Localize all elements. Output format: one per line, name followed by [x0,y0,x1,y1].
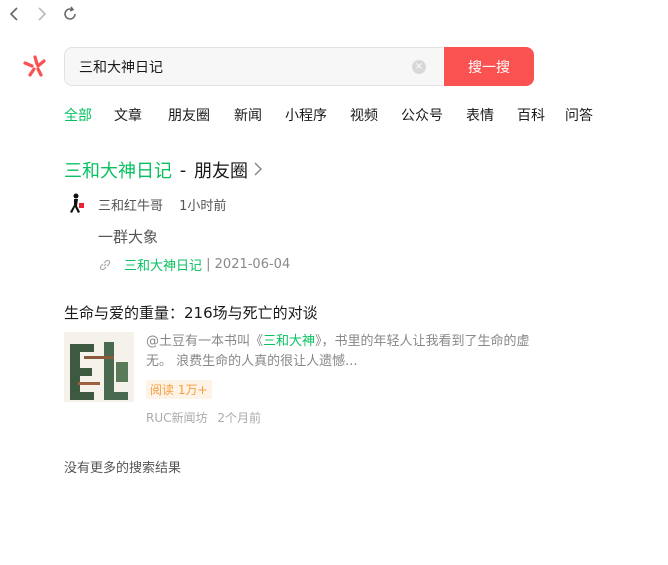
tab-9[interactable]: 问答 [565,105,593,125]
no-more-results: 没有更多的搜索结果 [64,461,182,476]
refresh-icon[interactable] [62,5,78,23]
search-box: × [64,47,443,86]
tab-5[interactable]: 视频 [350,105,378,125]
search-input[interactable] [79,57,399,77]
tab-2[interactable]: 朋友圈 [168,105,210,125]
tab-3[interactable]: 新闻 [234,105,262,125]
search-button[interactable]: 搜一搜 [444,47,534,86]
moments-title-suffix: 朋友圈 [193,161,248,182]
tab-4[interactable]: 小程序 [285,105,327,125]
read-count-badge: 阅读 1万+ [146,380,212,399]
search-bar: × 搜一搜 [64,47,534,86]
moments-content[interactable]: 一群大象 [98,226,158,247]
moments-title-keyword: 三和大神日记 [64,161,172,182]
snippet-pre: @土豆有一本书叫《 [146,334,264,349]
tab-6[interactable]: 公众号 [401,105,443,125]
tab-bar: 全部 文章 朋友圈 新闻 小程序 视频 公众号 表情 百科 问答 [64,105,593,125]
moments-time: 1小时前 [179,199,227,214]
tab-7[interactable]: 表情 [466,105,494,125]
tab-0[interactable]: 全部 [64,105,92,125]
chevron-right-icon [254,161,263,180]
tab-8[interactable]: 百科 [517,105,545,125]
article-title[interactable]: 生命与爱的重量：216场与死亡的对谈 [64,302,318,323]
article-source[interactable]: RUC新闻坊 [146,411,208,425]
moments-author-line: 三和红牛哥 1小时前 [98,195,226,214]
browser-nav [6,5,78,23]
avatar[interactable] [64,192,88,216]
sousou-logo-icon [23,55,46,77]
article-time: 2个月前 [217,411,261,425]
forward-icon[interactable] [34,5,50,23]
moments-author[interactable]: 三和红牛哥 [98,199,163,214]
article-thumbnail[interactable] [64,332,134,402]
snippet-keyword: 三和大神 [263,334,316,349]
back-icon[interactable] [6,5,22,23]
moments-link-keyword: 三和大神日记 [124,259,203,274]
moments-link-date: | 2021-06-04 [202,257,291,272]
moments-title-sep: - [174,159,192,181]
link-icon [99,259,111,270]
article-meta: RUC新闻坊 2个月前 [146,409,261,426]
article-snippet: @土豆有一本书叫《三和大神》，书里的年轻人让我看到了生命的虚无。 浪费生命的人真… [146,332,536,372]
clear-icon[interactable]: × [412,60,426,74]
moments-section-title[interactable]: 三和大神日记 - 朋友圈 [64,157,263,183]
tab-1[interactable]: 文章 [114,105,142,125]
moments-link-row[interactable]: 三和大神日记 | 2021-06-04 [98,255,290,274]
